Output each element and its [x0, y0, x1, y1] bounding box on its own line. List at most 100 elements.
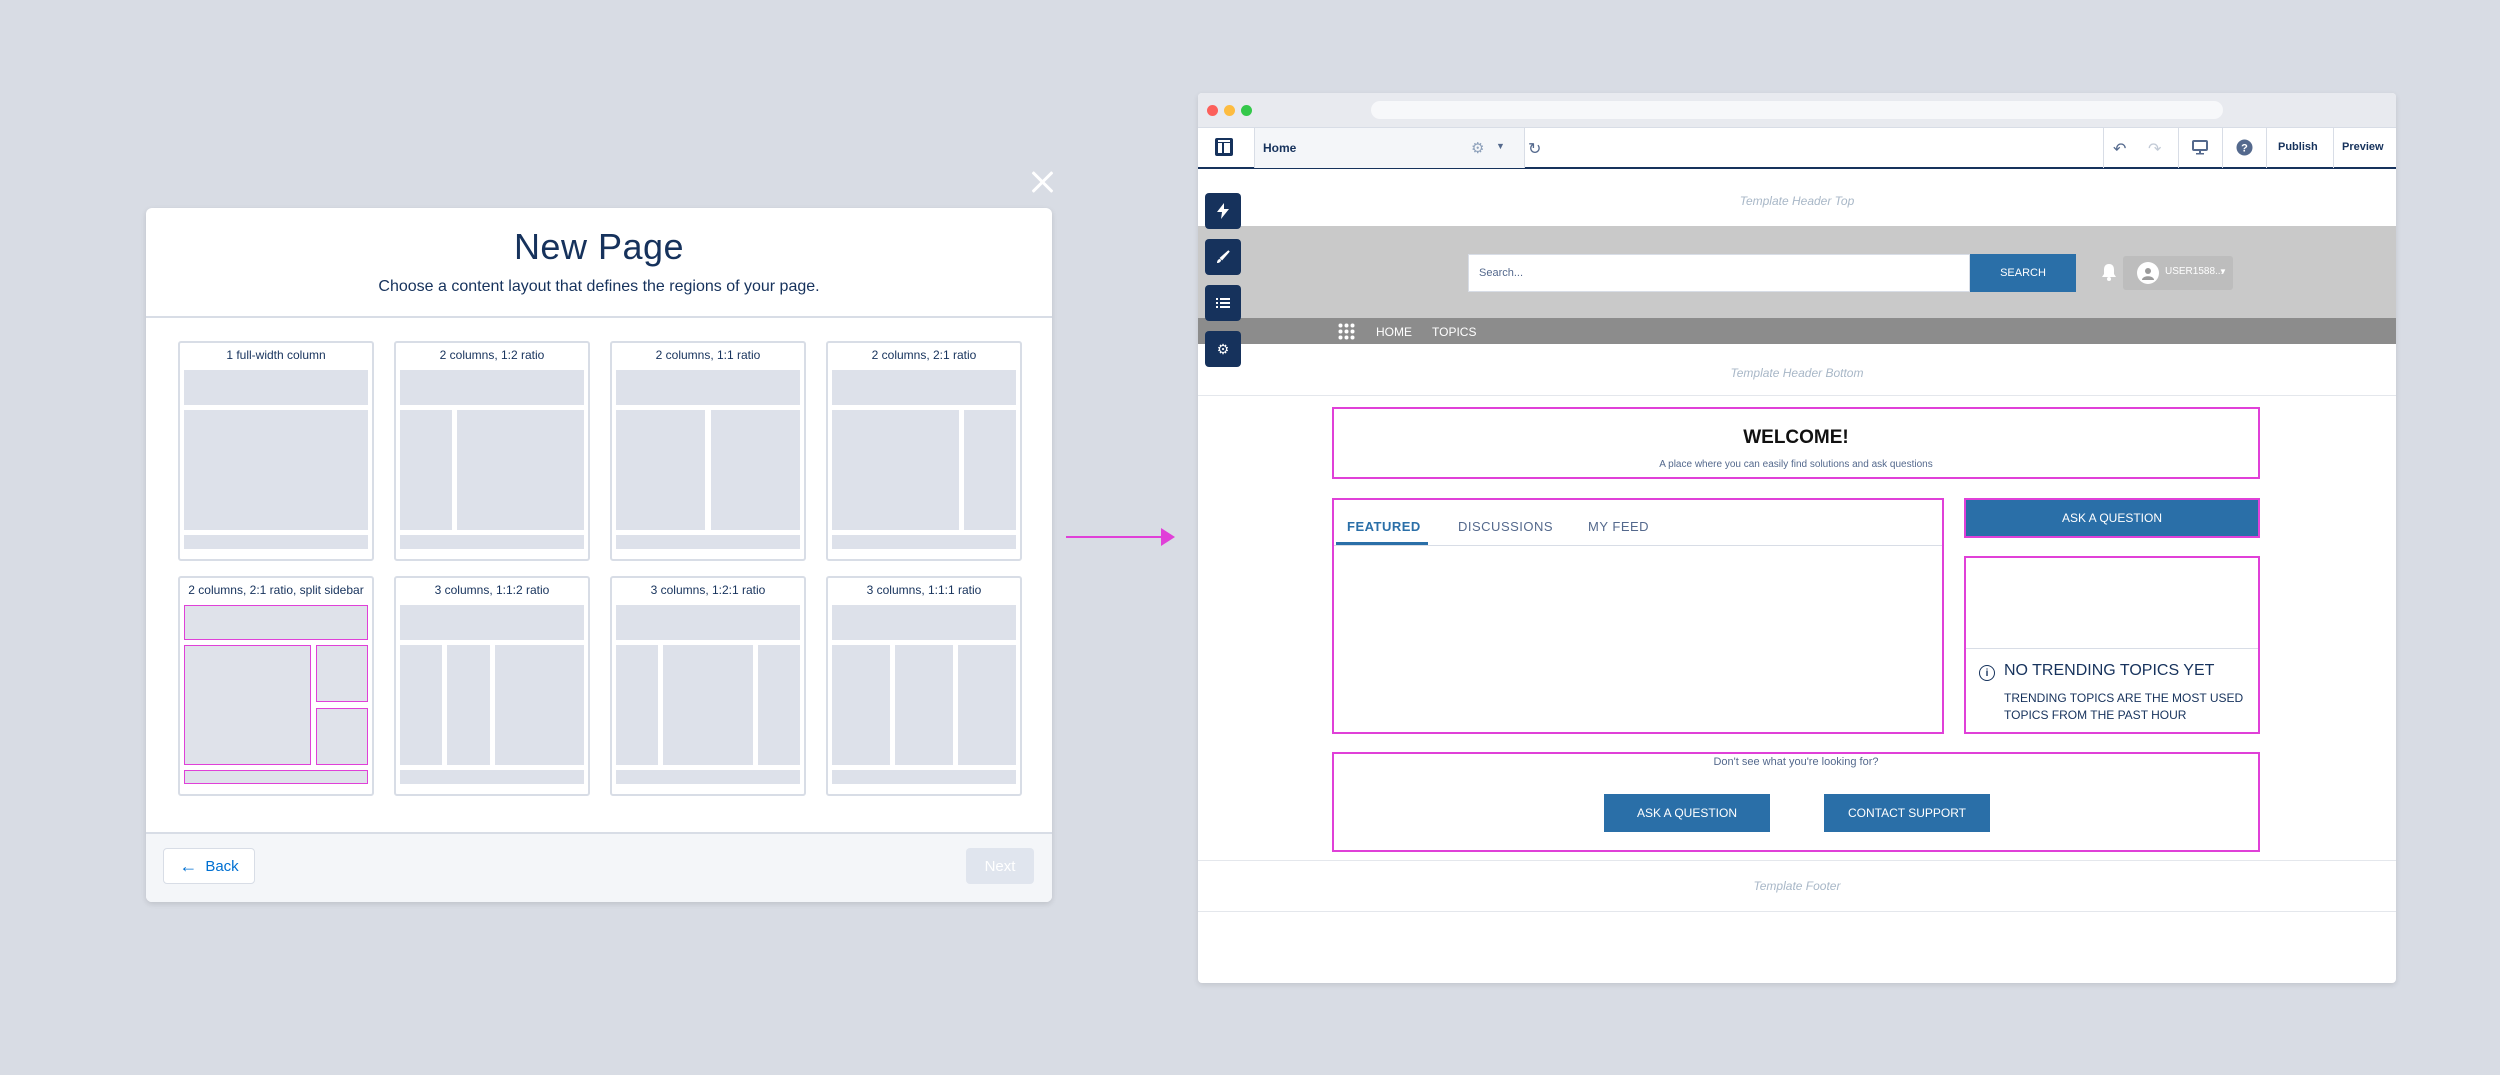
layout-region [616, 535, 800, 549]
tab-featured[interactable]: FEATURED [1347, 519, 1421, 534]
layout-region [316, 645, 368, 702]
close-window-dot[interactable] [1207, 105, 1218, 116]
toolbar-divider [2178, 128, 2179, 168]
template-header-top-label: Template Header Top [1739, 194, 1855, 208]
modal-subtitle: Choose a content layout that defines the… [378, 278, 820, 295]
chevron-down-icon: ▼ [2219, 267, 2227, 276]
layout-label: 1 full-width column [226, 348, 326, 362]
nav-home[interactable]: HOME [1376, 325, 1412, 339]
bell-icon[interactable] [2101, 263, 2117, 286]
trending-text: TRENDING TOPICS ARE THE MOST USED TOPICS… [2004, 691, 2244, 722]
layout-label: 3 columns, 1:1:2 ratio [434, 583, 550, 597]
next-button[interactable]: Next [966, 848, 1034, 884]
layout-label: 2 columns, 1:2 ratio [439, 348, 545, 362]
welcome-title: WELCOME! [1743, 427, 1849, 448]
layout-region [663, 645, 753, 765]
layout-region [832, 535, 1016, 549]
tab-discussions[interactable]: DISCUSSIONS [1458, 519, 1553, 534]
layout-region [616, 605, 800, 640]
layout-region [184, 370, 368, 405]
minimize-window-dot[interactable] [1224, 105, 1235, 116]
layout-region [184, 410, 368, 530]
layout-region [400, 535, 584, 549]
arrow-left-icon: ← [179, 856, 198, 876]
layout-option-2-col-2-1-split-sidebar[interactable]: 2 columns, 2:1 ratio, split sidebar [178, 576, 374, 796]
support-region: Don't see what you're looking for? ASK A… [1332, 752, 2260, 852]
layout-region [184, 770, 368, 784]
layout-region [832, 770, 1016, 784]
list-icon[interactable] [1205, 285, 1241, 321]
layout-region [832, 410, 959, 530]
layout-region [895, 645, 953, 765]
modal-header: New Page Choose a content layout that de… [146, 208, 1052, 318]
layout-label: 3 columns, 1:1:1 ratio [866, 583, 982, 597]
layout-region [616, 770, 800, 784]
support-question: Don't see what you're looking for? [1713, 756, 1879, 768]
template-footer-label: Template Footer [1753, 879, 1841, 893]
publish-button[interactable]: Publish [2278, 141, 2318, 153]
ask-question-button[interactable]: ASK A QUESTION [1604, 794, 1770, 832]
settings-icon[interactable]: ⚙ [1205, 331, 1241, 367]
layout-region [400, 605, 584, 640]
maximize-window-dot[interactable] [1241, 105, 1252, 116]
layout-option-3-col-1-1-2[interactable]: 3 columns, 1:1:2 ratio [394, 576, 590, 796]
search-input[interactable]: Search... [1468, 254, 1970, 292]
layout-label: 2 columns, 2:1 ratio, split sidebar [188, 583, 364, 597]
layout-region [316, 708, 368, 765]
region-divider [1198, 860, 2396, 861]
close-modal-icon[interactable] [1030, 170, 1054, 194]
toolbar-divider [2266, 128, 2267, 168]
svg-text:?: ? [2241, 143, 2248, 155]
chevron-down-icon[interactable]: ▼ [1496, 141, 1505, 151]
layout-region [447, 645, 490, 765]
layout-region [758, 645, 800, 765]
toolbar-divider [1254, 128, 1255, 168]
layout-region [184, 645, 311, 765]
active-tab-indicator [1336, 542, 1428, 545]
address-bar[interactable] [1371, 101, 2223, 119]
app-launcher-icon[interactable] [1338, 323, 1355, 345]
redo-icon[interactable]: ↷ [2148, 139, 2161, 159]
layout-region [616, 370, 800, 405]
browser-chrome [1198, 93, 2396, 127]
layout-region [958, 645, 1016, 765]
layout-region [616, 645, 658, 765]
layout-region [184, 535, 368, 549]
layout-region [832, 370, 1016, 405]
undo-icon[interactable]: ↶ [2113, 139, 2126, 159]
search-button[interactable]: SEARCH [1970, 254, 2076, 292]
monitor-icon[interactable] [2192, 139, 2208, 160]
layout-option-2-col-2-1[interactable]: 2 columns, 2:1 ratio [826, 341, 1022, 561]
nav-topics[interactable]: TOPICS [1432, 325, 1476, 339]
layout-region [184, 605, 368, 640]
refresh-icon[interactable]: ↻ [1528, 139, 1541, 159]
user-menu[interactable]: USER1588... ▼ [2123, 256, 2233, 290]
ask-question-button[interactable]: ASK A QUESTION [1966, 500, 2258, 536]
browser-window: Home ⚙ ▼ ↻ ↶ ↷ ? Publish Preview Templat… [1198, 93, 2396, 983]
layout-label: 2 columns, 1:1 ratio [655, 348, 761, 362]
lightning-icon[interactable] [1205, 193, 1241, 229]
layout-label: 2 columns, 2:1 ratio [871, 348, 977, 362]
layout-option-1-full-width[interactable]: 1 full-width column [178, 341, 374, 561]
layout-icon[interactable] [1214, 137, 1234, 163]
welcome-subtitle: A place where you can easily find soluti… [1659, 459, 1933, 470]
gear-icon[interactable]: ⚙ [1471, 139, 1484, 157]
preview-button[interactable]: Preview [2342, 141, 2384, 153]
layout-option-3-col-1-2-1[interactable]: 3 columns, 1:2:1 ratio [610, 576, 806, 796]
layout-option-3-col-1-1-1[interactable]: 3 columns, 1:1:1 ratio [826, 576, 1022, 796]
help-icon[interactable]: ? [2236, 139, 2253, 161]
tab-divider [1334, 545, 1942, 546]
modal-footer: ← Back Next [146, 832, 1052, 902]
layout-region [400, 645, 442, 765]
new-page-modal: New Page Choose a content layout that de… [146, 208, 1052, 902]
contact-support-button[interactable]: CONTACT SUPPORT [1824, 794, 1990, 832]
tab-my-feed[interactable]: MY FEED [1588, 519, 1649, 534]
brush-icon[interactable] [1205, 239, 1241, 275]
page-name[interactable]: Home [1263, 141, 1296, 155]
layout-option-2-col-1-1[interactable]: 2 columns, 1:1 ratio [610, 341, 806, 561]
layout-option-2-col-1-2[interactable]: 2 columns, 1:2 ratio [394, 341, 590, 561]
arrow-connector [1066, 536, 1166, 538]
back-button[interactable]: ← Back [163, 848, 255, 884]
layout-region [711, 410, 800, 530]
layout-region [457, 410, 584, 530]
